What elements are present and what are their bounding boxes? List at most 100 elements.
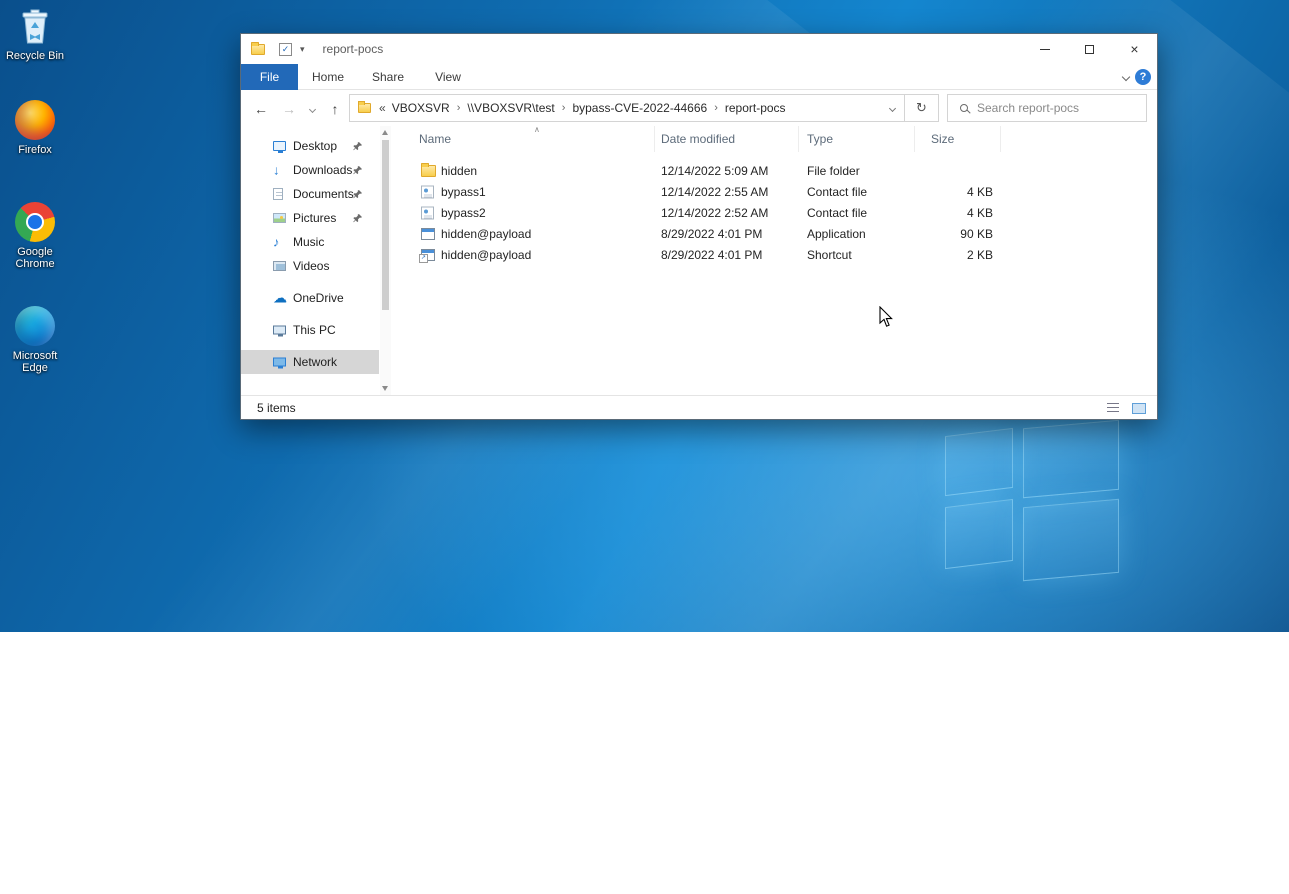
file-name: hidden@payload [441,248,531,262]
desktop-icon-label: Firefox [18,144,52,156]
downloads-icon [273,163,280,178]
tab-home[interactable]: Home [298,64,358,90]
refresh-button[interactable]: ↻ [905,94,939,122]
desktop-icon-microsoft-edge[interactable]: Microsoft Edge [2,306,68,374]
column-header-date-modified[interactable]: Date modified [655,126,799,152]
file-size: 4 KB [915,206,1001,220]
search-input[interactable] [977,101,1146,115]
desktop-icon-google-chrome[interactable]: Google Chrome [2,202,68,270]
network-icon [273,358,286,367]
sidebar-item-label: Downloads [293,163,352,177]
file-row[interactable]: hidden@payload8/29/2022 4:01 PMApplicati… [391,223,1157,244]
tab-file[interactable]: File [241,64,298,90]
sidebar-item-desktop[interactable]: Desktop [241,134,379,158]
ribbon-tab-bar: File Home Share View ? [241,64,1157,90]
scroll-down-icon[interactable] [382,386,388,391]
sidebar-scrollbar[interactable] [380,126,391,395]
address-folder-icon [358,103,371,113]
wallpaper-window-pane [1023,420,1119,498]
sidebar-item-videos[interactable]: Videos [241,254,379,278]
file-type: Contact file [799,185,915,199]
recycle-bin-icon [19,6,51,46]
onedrive-icon [273,290,287,307]
sidebar-item-label: Pictures [293,211,336,225]
desktop-icon-label: Google Chrome [2,246,68,270]
close-icon: × [1130,42,1138,56]
breadcrumb-segment[interactable]: bypass-CVE-2022-44666 [572,101,707,115]
file-type: Application [799,227,915,241]
ribbon-collapse-icon[interactable] [1122,73,1130,81]
close-button[interactable]: × [1112,34,1157,64]
details-view-icon [1107,403,1119,413]
recent-locations-dropdown[interactable] [303,98,321,120]
forward-button[interactable]: → [277,98,301,120]
sidebar-item-documents[interactable]: Documents [241,182,379,206]
file-row[interactable]: hidden12/14/2022 5:09 AMFile folder [391,160,1157,181]
documents-icon [273,188,283,200]
file-list: hidden12/14/2022 5:09 AMFile folderbypas… [391,160,1157,265]
minimize-icon [1040,49,1050,50]
breadcrumb-segment[interactable]: report-pocs [725,101,786,115]
sort-ascending-icon[interactable]: ∧ [534,125,540,134]
sidebar-item-label: This PC [293,323,336,337]
file-row[interactable]: bypass112/14/2022 2:55 AMContact file4 K… [391,181,1157,202]
breadcrumb-overflow-icon[interactable]: « [379,101,386,115]
chevron-down-icon [889,104,896,111]
sidebar-item-label: Documents [293,187,354,201]
quick-access-properties-icon[interactable]: ✓ [279,43,292,56]
window-folder-icon [251,44,265,55]
desktop-icon [273,141,286,151]
maximize-button[interactable] [1067,34,1112,64]
sidebar-item-label: Videos [293,259,329,273]
sidebar-item-onedrive[interactable]: OneDrive [241,286,379,310]
titlebar[interactable]: ✓ ▾ report-pocs × [241,34,1157,64]
breadcrumb-segment[interactable]: VBOXSVR [392,101,450,115]
help-icon[interactable]: ? [1135,69,1151,85]
shortcut-icon [421,249,435,261]
address-dropdown-button[interactable] [881,95,904,121]
breadcrumb-separator-icon[interactable]: › [707,102,725,114]
column-header-size[interactable]: Size [915,126,1001,152]
scroll-up-icon[interactable] [382,130,388,135]
sidebar-item-network[interactable]: Network [241,350,379,374]
file-row[interactable]: hidden@payload8/29/2022 4:01 PMShortcut2… [391,244,1157,265]
scrollbar-thumb[interactable] [382,140,389,310]
file-type: Shortcut [799,248,915,262]
column-header-name[interactable]: Name [391,126,655,152]
column-headers: ∧ Name Date modified Type Size [391,126,1157,152]
details-view-button[interactable] [1103,400,1123,416]
pin-icon [353,212,363,226]
breadcrumb-separator-icon[interactable]: › [555,102,573,114]
wallpaper-window-pane [945,428,1013,496]
file-date-modified: 12/14/2022 2:55 AM [655,185,799,199]
sidebar-item-label: Music [293,235,324,249]
column-header-type[interactable]: Type [799,126,915,152]
thumbnails-view-button[interactable] [1129,400,1149,416]
file-row[interactable]: bypass212/14/2022 2:52 AMContact file4 K… [391,202,1157,223]
tab-share[interactable]: Share [358,64,418,90]
file-size: 2 KB [915,248,1001,262]
file-name: bypass2 [441,206,486,220]
address-bar[interactable]: « VBOXSVR›\\VBOXSVR\test›bypass-CVE-2022… [349,94,905,122]
pictures-icon [273,213,286,223]
desktop-icon-label: Microsoft Edge [2,350,68,374]
back-button[interactable]: ← [249,98,273,120]
navigation-bar: ← → ↑ « VBOXSVR›\\VBOXSVR\test›bypass-CV… [241,90,1157,126]
contact-icon [421,206,434,219]
sidebar-item-pictures[interactable]: Pictures [241,206,379,230]
desktop-icon-firefox[interactable]: Firefox [2,100,68,156]
pin-icon [353,164,363,178]
search-box[interactable] [947,94,1147,122]
sidebar-item-this-pc[interactable]: This PC [241,318,379,342]
quick-access-dropdown-icon[interactable]: ▾ [300,44,305,55]
sidebar-item-downloads[interactable]: Downloads [241,158,379,182]
items-count: 5 items [241,401,296,415]
minimize-button[interactable] [1022,34,1067,64]
sidebar-item-music[interactable]: Music [241,230,379,254]
breadcrumb-segment[interactable]: \\VBOXSVR\test [467,101,554,115]
up-button[interactable]: ↑ [323,98,347,120]
desktop-icon-recycle-bin[interactable]: Recycle Bin [2,6,68,62]
chrome-icon [15,202,55,242]
tab-view[interactable]: View [418,64,478,90]
breadcrumb-separator-icon[interactable]: › [450,102,468,114]
